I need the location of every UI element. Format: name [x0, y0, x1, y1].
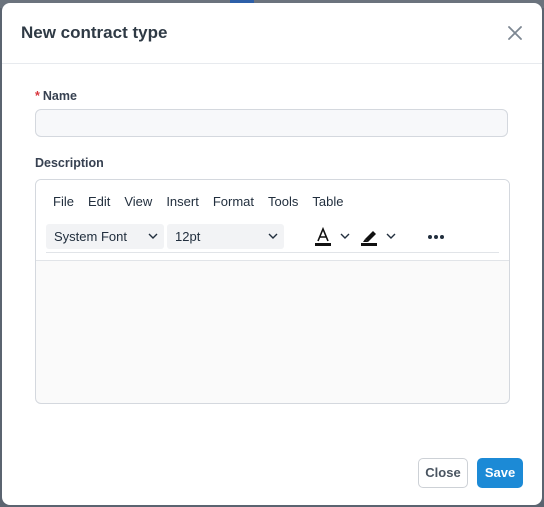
- name-input[interactable]: [35, 109, 508, 137]
- chevron-down-icon: [148, 233, 158, 239]
- dialog-title: New contract type: [21, 23, 168, 42]
- more-tools-button[interactable]: [424, 224, 450, 249]
- menu-insert[interactable]: Insert: [159, 194, 206, 210]
- highlight-color-button[interactable]: [357, 224, 399, 249]
- editor-content-area[interactable]: [36, 261, 509, 403]
- menu-tools[interactable]: Tools: [261, 194, 305, 210]
- editor-format-row: System Font 12pt: [46, 224, 499, 253]
- editor-toolbar: File Edit View Insert Format Tools Table…: [36, 180, 509, 261]
- name-label: * Name: [35, 89, 77, 103]
- highlighter-icon: [361, 231, 396, 246]
- required-marker: *: [35, 89, 40, 103]
- text-color-button[interactable]: [311, 224, 353, 249]
- editor-menubar: File Edit View Insert Format Tools Table: [46, 194, 350, 210]
- close-icon[interactable]: [506, 24, 524, 42]
- save-button[interactable]: Save: [477, 458, 523, 488]
- font-size-select[interactable]: 12pt: [167, 224, 284, 249]
- description-editor: File Edit View Insert Format Tools Table…: [35, 179, 510, 404]
- font-family-value: System Font: [54, 229, 127, 244]
- menu-file[interactable]: File: [46, 194, 81, 210]
- menu-table[interactable]: Table: [305, 194, 350, 210]
- menu-format[interactable]: Format: [206, 194, 261, 210]
- new-contract-type-dialog: New contract type * Name Description File…: [2, 3, 542, 505]
- menu-edit[interactable]: Edit: [81, 194, 117, 210]
- chevron-down-icon: [268, 233, 278, 239]
- close-button[interactable]: Close: [418, 458, 468, 488]
- menu-view[interactable]: View: [117, 194, 159, 210]
- font-family-select[interactable]: System Font: [46, 224, 164, 249]
- more-icon: [428, 235, 444, 239]
- description-label: Description: [35, 156, 104, 170]
- text-color-icon: [315, 226, 350, 246]
- font-size-value: 12pt: [175, 229, 201, 244]
- dialog-header: New contract type: [2, 3, 542, 64]
- name-label-text: Name: [42, 89, 77, 103]
